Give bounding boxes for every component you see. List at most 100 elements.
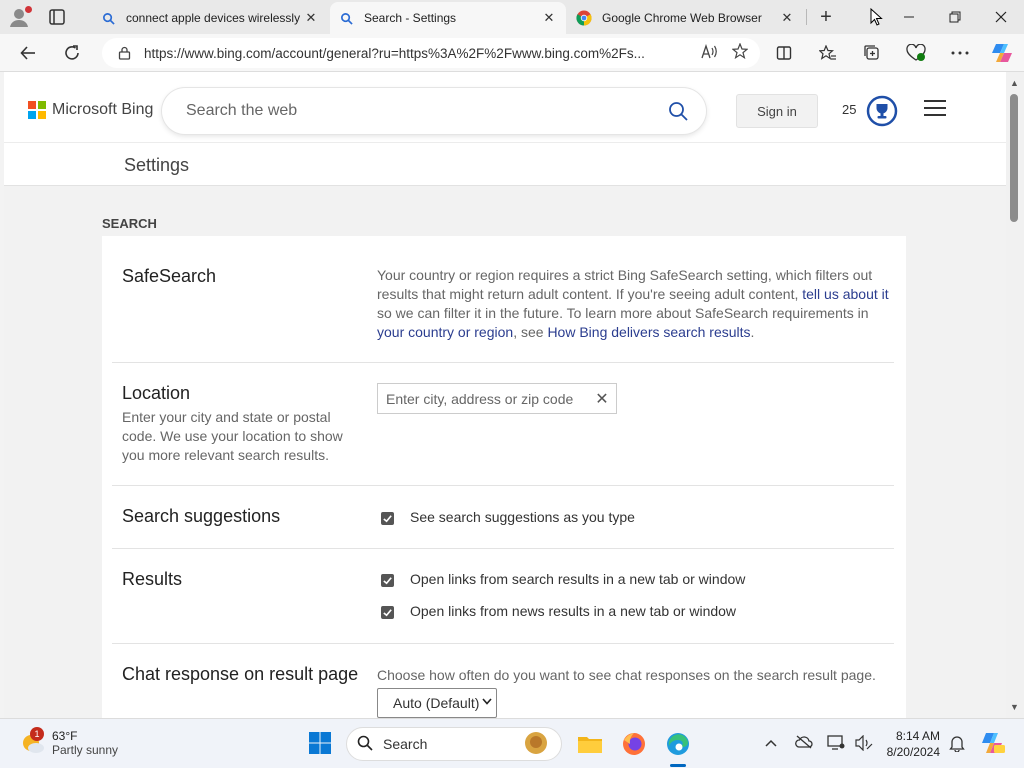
active-app-indicator — [670, 764, 686, 767]
favorites-icon[interactable] — [814, 39, 842, 67]
firefox-icon[interactable] — [620, 730, 648, 758]
text-segment: so we can filter it in the future. To le… — [377, 305, 869, 321]
chevron-down-icon — [482, 697, 492, 708]
how-bing-delivers-link[interactable]: How Bing delivers search results — [547, 324, 750, 340]
chrome-icon — [576, 10, 592, 26]
tell-us-link[interactable]: tell us about it — [802, 286, 888, 302]
weather-alert-badge: 1 — [30, 727, 44, 741]
search-highlight-icon — [523, 730, 549, 759]
edge-icon[interactable] — [664, 730, 692, 758]
chat-response-description: Choose how often do you want to see chat… — [377, 667, 876, 683]
search-box[interactable]: Search the web — [162, 88, 706, 134]
search-icon — [357, 735, 373, 754]
close-tab-icon[interactable]: ✕ — [540, 10, 558, 26]
search-input[interactable]: Search the web — [186, 102, 658, 120]
file-explorer-icon[interactable] — [576, 730, 604, 758]
weather-widget[interactable]: 1 63°F Partly sunny — [20, 727, 119, 757]
rewards-trophy-icon[interactable] — [866, 95, 898, 127]
back-button[interactable] — [14, 39, 42, 67]
onedrive-offline-icon[interactable] — [795, 735, 813, 752]
chat-frequency-value[interactable]: Auto (Default) — [393, 695, 479, 711]
microsoft-bing-logo[interactable]: Microsoft Bing — [28, 101, 153, 119]
menu-hamburger-icon[interactable] — [924, 100, 946, 118]
taskbar-search-box[interactable]: Search — [346, 727, 562, 761]
bing-search-icon — [338, 10, 354, 26]
tab-connect-apple[interactable]: connect apple devices wirelessly ✕ — [92, 2, 328, 34]
new-tab-results-label[interactable]: Open links from search results in a new … — [410, 571, 745, 587]
minimize-button[interactable] — [886, 0, 932, 34]
mouse-cursor-icon — [870, 7, 884, 26]
favorite-star-icon[interactable] — [731, 42, 749, 63]
network-volume-icon[interactable] — [855, 734, 873, 754]
safesearch-row: SafeSearch Your country or region requir… — [112, 236, 894, 363]
browser-essentials-icon[interactable] — [902, 39, 930, 67]
new-tab-news-label[interactable]: Open links from news results in a new ta… — [410, 603, 736, 619]
page-title: Settings — [124, 155, 190, 175]
restore-button[interactable] — [932, 0, 978, 34]
close-window-button[interactable] — [978, 0, 1024, 34]
system-clock[interactable]: 8:14 AM 8/20/2024 — [880, 728, 940, 760]
new-tab-news-checkbox[interactable] — [381, 606, 394, 619]
text-segment: Your country or region requires a strict… — [377, 267, 873, 302]
collections-icon[interactable] — [858, 39, 886, 67]
windows-start-icon[interactable] — [308, 731, 332, 755]
copilot-taskbar-icon[interactable] — [980, 731, 1006, 758]
close-tab-icon[interactable]: ✕ — [302, 10, 320, 26]
clear-location-icon[interactable]: ✕ — [588, 389, 616, 409]
new-tab-results-checkbox[interactable] — [381, 574, 394, 587]
display-icon[interactable] — [827, 735, 845, 754]
refresh-button[interactable] — [58, 39, 86, 67]
microsoft-logo-icon — [28, 101, 46, 119]
sign-in-button[interactable]: Sign in — [736, 94, 818, 128]
show-hidden-icons-icon[interactable] — [764, 735, 778, 751]
results-title: Results — [122, 569, 183, 589]
notifications-bell-icon[interactable] — [949, 735, 965, 755]
read-aloud-icon[interactable] — [701, 43, 718, 63]
safesearch-description: Your country or region requires a strict… — [377, 266, 889, 342]
tab-title: connect apple devices wirelessly — [126, 11, 301, 25]
new-tab-button[interactable]: + — [814, 6, 838, 30]
browser-toolbar: https://www.bing.com/account/general?ru=… — [0, 34, 1024, 72]
scroll-up-arrow-icon[interactable]: ▲ — [1010, 78, 1019, 88]
lock-icon[interactable] — [118, 46, 132, 60]
weather-sun-icon: 1 — [20, 727, 46, 755]
close-tab-icon[interactable]: ✕ — [778, 10, 796, 26]
chat-frequency-select[interactable]: Auto (Default) — [377, 688, 497, 718]
location-input[interactable]: Enter city, address or zip code ✕ — [377, 383, 617, 414]
country-region-link[interactable]: your country or region — [377, 324, 513, 340]
weather-condition: Partly sunny — [52, 743, 119, 757]
browser-tab-bar: connect apple devices wirelessly ✕ Searc… — [0, 0, 1024, 34]
split-screen-icon[interactable] — [770, 39, 798, 67]
logo-text: Microsoft Bing — [52, 101, 154, 118]
text-segment: . — [750, 324, 755, 340]
suggestions-checkbox[interactable] — [381, 512, 394, 525]
location-description: Enter your city and state or postal code… — [122, 409, 343, 463]
scroll-down-arrow-icon[interactable]: ▼ — [1010, 702, 1019, 712]
windows-taskbar: 1 63°F Partly sunny Search 8:14 AM 8/20/… — [0, 718, 1024, 768]
tab-actions-icon[interactable] — [48, 8, 70, 26]
suggestions-label[interactable]: See search suggestions as you type — [410, 509, 635, 525]
taskbar-search-label[interactable]: Search — [383, 736, 523, 752]
url-text[interactable]: https://www.bing.com/account/general?ru=… — [144, 46, 689, 61]
tab-title: Google Chrome Web Browser — [602, 11, 762, 25]
copilot-icon[interactable] — [988, 39, 1016, 67]
address-bar[interactable]: https://www.bing.com/account/general?ru=… — [102, 38, 760, 68]
page-scrollbar[interactable]: ▲ ▼ — [1006, 72, 1024, 718]
location-placeholder[interactable]: Enter city, address or zip code — [386, 391, 588, 407]
web-page: Microsoft Bing Search the web Sign in 25… — [4, 72, 1006, 718]
safesearch-title: SafeSearch — [122, 266, 217, 286]
search-suggestions-title: Search suggestions — [122, 506, 281, 526]
tab-search-settings[interactable]: Search - Settings ✕ — [330, 2, 566, 34]
location-title: Location — [122, 383, 191, 403]
results-row: Results Open links from search results i… — [112, 549, 894, 644]
chat-response-row: Chat response on result page Choose how … — [112, 644, 894, 718]
more-options-icon[interactable] — [946, 39, 974, 67]
profile-avatar-icon[interactable] — [8, 6, 34, 30]
search-icon[interactable] — [658, 91, 698, 131]
location-row: Location Enter your city and state or po… — [112, 363, 894, 486]
tab-google-chrome[interactable]: Google Chrome Web Browser ✕ — [568, 2, 804, 34]
rewards-points[interactable]: 25 — [842, 102, 856, 117]
scrollbar-thumb[interactable] — [1010, 94, 1018, 222]
settings-header: Settings — [4, 142, 1006, 186]
clock-time: 8:14 AM — [895, 729, 940, 743]
